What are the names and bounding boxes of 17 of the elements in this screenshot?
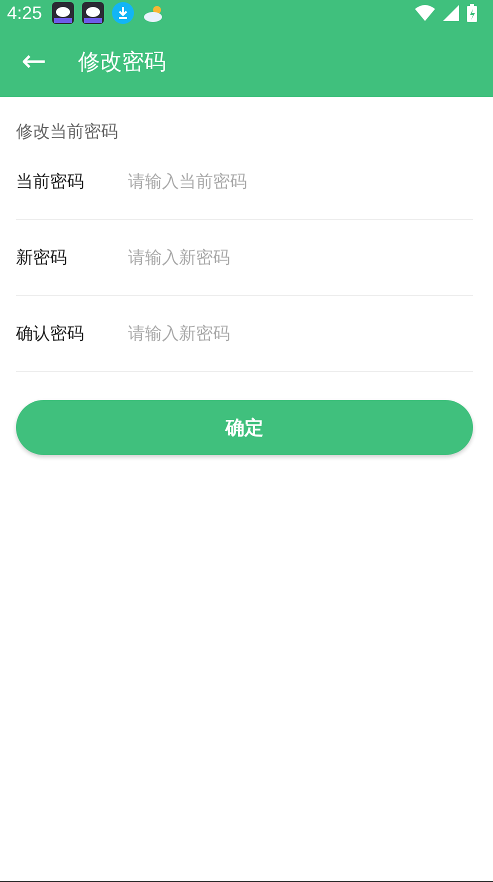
field-label: 确认密码 <box>16 323 85 345</box>
signal-icon <box>443 5 459 21</box>
section-title: 修改当前密码 <box>16 121 119 144</box>
download-icon <box>112 2 134 24</box>
confirm-button[interactable]: 确定 <box>16 400 473 455</box>
app-notification-icon <box>52 2 74 24</box>
field-label: 当前密码 <box>16 171 85 193</box>
input-field[interactable]: 请输入当前密码 <box>128 172 473 192</box>
input-field[interactable]: 请输入新密码 <box>128 248 473 268</box>
page-title: 修改密码 <box>78 48 166 76</box>
status-time: 4:25 <box>7 2 42 24</box>
back-button[interactable]: ← <box>16 46 52 76</box>
wifi-icon <box>415 5 435 21</box>
app-notification-icon <box>82 2 104 24</box>
input-field[interactable]: 请输入新密码 <box>128 324 473 344</box>
field-label: 新密码 <box>16 247 68 269</box>
battery-icon <box>467 4 477 22</box>
